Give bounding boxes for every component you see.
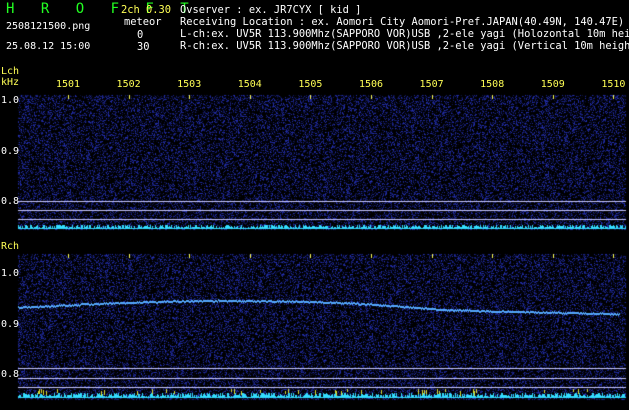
rch-label: Rch: [1, 241, 20, 252]
file-name: 2508121500.png: [6, 21, 91, 32]
time-tick-1502: 1502: [116, 79, 141, 90]
lch-info-line: L-ch:ex. UV5R 113.900Mhz(SAPPORO VOR)USB…: [180, 28, 629, 40]
r-meteor-count: 30: [137, 41, 150, 53]
rch-ytick-3: 0.8: [1, 369, 20, 380]
rch-ytick-2: 0.9: [1, 319, 20, 330]
observer-line: Ovserver : ex. JR7CYX [ kid ]: [180, 4, 362, 16]
time-tick-1505: 1505: [298, 79, 323, 90]
lch-ytick-1: 1.0: [1, 95, 20, 106]
spectrogram-canvas: [0, 0, 629, 410]
channels-label: 2ch 0.30: [121, 4, 172, 16]
time-tick-1506: 1506: [358, 79, 384, 90]
datetime: 25.08.12 15:00: [6, 41, 91, 52]
meteor-label: meteor: [124, 16, 162, 28]
rch-ytick-1: 1.0: [1, 268, 20, 279]
location-line: Receiving Location : ex. Aomori City Aom…: [180, 16, 625, 28]
l-meteor-count: 0: [137, 29, 144, 41]
lch-ytick-2: 0.9: [1, 146, 20, 157]
rch-info-line: R-ch:ex. UV5R 113.900Mhz(SAPPORO VOR)USB…: [180, 40, 629, 52]
time-tick-1504: 1504: [237, 79, 262, 90]
time-tick-1510: 1510: [601, 79, 626, 90]
lch-unit: kHz: [1, 77, 20, 88]
time-tick-1508: 1508: [480, 79, 505, 90]
time-tick-1501: 1501: [55, 79, 81, 90]
lch-ytick-3: 0.8: [1, 196, 20, 207]
time-tick-1509: 1509: [540, 79, 565, 90]
time-tick-1507: 1507: [419, 79, 444, 90]
lch-label: Lch: [1, 66, 20, 77]
time-tick-1503: 1503: [177, 79, 202, 90]
